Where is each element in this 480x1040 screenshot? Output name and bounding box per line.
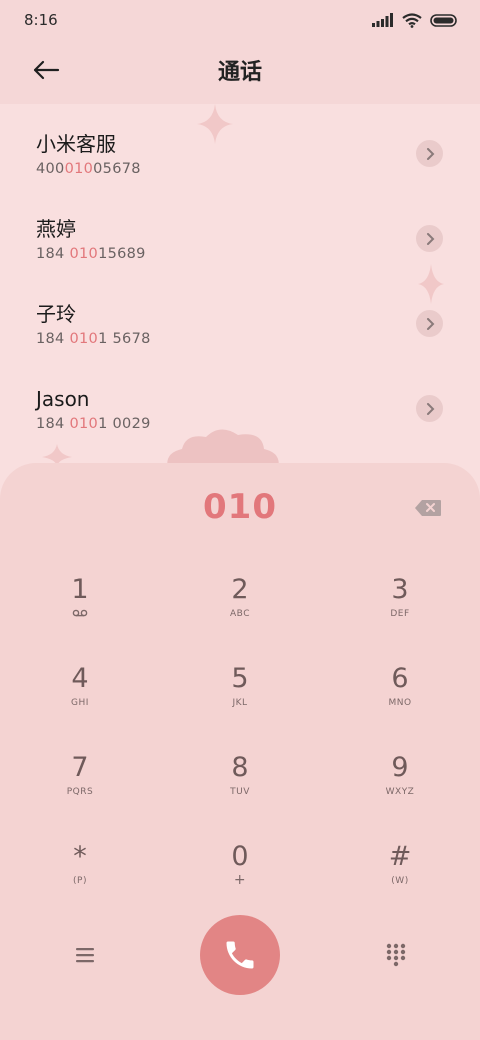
key-digit: 6 (391, 663, 409, 694)
details-button[interactable] (416, 395, 443, 422)
key-5[interactable]: 5 JKL (160, 663, 320, 752)
key-digit: 2 (231, 574, 249, 605)
status-bar: 8:16 (0, 0, 480, 40)
signal-icon (372, 13, 393, 27)
key-digit: 3 (391, 574, 409, 605)
key-letters: DEF (390, 609, 410, 619)
status-icons (372, 12, 458, 28)
number-match: 010 (69, 416, 99, 432)
key-digit: 8 (231, 752, 249, 783)
key-1[interactable]: 1 (0, 574, 160, 663)
keypad-icon (386, 943, 406, 967)
key-letters: MNO (388, 698, 412, 708)
key-letters: WXYZ (385, 787, 415, 797)
key-letters: (P) (73, 876, 87, 886)
key-letters: GHI (71, 698, 89, 708)
key-letters: PQRS (66, 787, 94, 797)
details-button[interactable] (416, 225, 443, 252)
contact-item[interactable]: 燕婷 184 01015689 (0, 189, 480, 274)
number-match: 010 (64, 161, 94, 177)
contact-name: 燕婷 (36, 217, 76, 241)
voicemail-icon (72, 609, 88, 621)
key-letters: + (233, 872, 247, 888)
key-7[interactable]: 7 PQRS (0, 752, 160, 841)
contact-item[interactable]: Jason 184 0101 0029 (0, 359, 480, 444)
dialed-number[interactable]: 010 (0, 487, 480, 527)
key-digit: 0 (231, 841, 249, 872)
phone-icon (226, 941, 254, 969)
menu-button[interactable] (74, 945, 96, 965)
chevron-right-icon (426, 147, 434, 160)
key-6[interactable]: 6 MNO (320, 663, 480, 752)
backspace-icon (415, 500, 441, 516)
chevron-right-icon (426, 232, 434, 245)
number-match: 010 (69, 246, 99, 262)
key-digit: 4 (71, 663, 89, 694)
battery-icon (430, 13, 457, 27)
key-letters: TUV (230, 787, 250, 797)
details-button[interactable] (416, 310, 443, 337)
menu-icon (76, 948, 94, 963)
key-digit: 7 (71, 752, 89, 783)
header: 通话 (0, 40, 480, 104)
wifi-icon (402, 12, 422, 28)
key-8[interactable]: 8 TUV (160, 752, 320, 841)
contact-list: 小米客服 40001005678 燕婷 184 01015689 子玲 184 … (0, 104, 480, 444)
key-digit: 9 (391, 752, 409, 783)
contact-number: 184 0101 0029 (36, 416, 151, 432)
contact-name: 小米客服 (36, 132, 116, 156)
key-letters: (W) (391, 876, 409, 886)
contact-name: Jason (36, 387, 90, 411)
backspace-button[interactable] (414, 499, 442, 517)
key-9[interactable]: 9 WXYZ (320, 752, 480, 841)
contact-number: 184 01015689 (36, 246, 146, 262)
key-digit: 5 (231, 663, 249, 694)
call-button[interactable] (200, 915, 280, 995)
key-letters: JKL (232, 698, 248, 708)
key-2[interactable]: 2 ABC (160, 574, 320, 663)
status-time: 8:16 (24, 11, 58, 29)
number-match: 010 (69, 331, 99, 347)
key-letters: ABC (230, 609, 250, 619)
details-button[interactable] (416, 140, 443, 167)
keypad-toggle-button[interactable] (385, 943, 407, 967)
contact-number: 40001005678 (36, 161, 141, 177)
contact-name: 子玲 (36, 302, 76, 326)
key-digit: * (73, 841, 87, 872)
keypad: 1 2 ABC 3 DEF 4 GHI 5 JKL 6 MNO 7 PQRS 8… (0, 574, 480, 930)
chevron-right-icon (426, 317, 434, 330)
contact-item[interactable]: 子玲 184 0101 5678 (0, 274, 480, 359)
contact-item[interactable]: 小米客服 40001005678 (0, 104, 480, 189)
key-digit: # (388, 841, 412, 872)
chevron-right-icon (426, 402, 434, 415)
key-3[interactable]: 3 DEF (320, 574, 480, 663)
key-digit: 1 (71, 574, 89, 605)
key-4[interactable]: 4 GHI (0, 663, 160, 752)
dialpad-actions (0, 915, 480, 997)
contact-number: 184 0101 5678 (36, 331, 151, 347)
dialpad: 010 1 2 ABC 3 DEF 4 GHI 5 JKL 6 MNO 7 PQ… (0, 463, 480, 1040)
page-title: 通话 (217, 60, 262, 85)
